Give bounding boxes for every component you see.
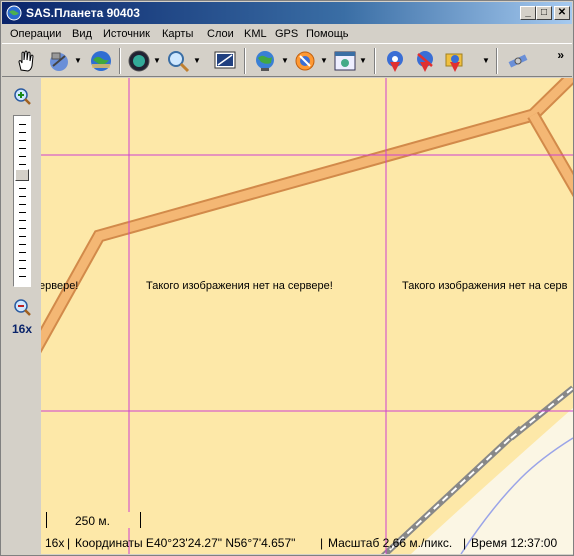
tile-missing-message-left: ервере! [41,280,79,292]
toolbar-separator [496,48,498,74]
app-window: SAS.Планета 90403 _ □ ✕ Операции Вид Ист… [0,0,574,556]
zoom-slider-thumb[interactable] [15,169,29,181]
world-dropdown-arrow[interactable]: ▼ [281,48,289,74]
toolbar-overflow-chevron[interactable]: » [557,48,564,62]
marker-folder-icon[interactable] [442,48,468,74]
world-icon[interactable] [252,48,278,74]
window-dropdown-arrow[interactable]: ▼ [359,48,367,74]
toolbar-separator [119,48,121,74]
status-zoom: 16x [45,536,65,550]
zoom-in-icon[interactable] [13,87,31,105]
title-bar[interactable]: SAS.Планета 90403 _ □ ✕ [2,2,572,24]
scale-bar: 250 м. [46,512,141,528]
layers-dropdown-arrow[interactable]: ▼ [320,48,328,74]
menu-view[interactable]: Вид [72,28,92,40]
compass-icon[interactable] [126,48,152,74]
status-coordinates: Координаты E40°23'24.27" N56°7'4.657" [75,536,296,550]
satellite-icon[interactable] [46,48,72,74]
marker-edit-icon[interactable] [412,48,438,74]
menu-help[interactable]: Помощь [306,28,349,40]
minimize-button[interactable]: _ [520,6,536,20]
tile-missing-message: Такого изображения нет на сервере! [146,280,333,292]
satellite-dropdown-arrow[interactable]: ▼ [74,48,82,74]
toolbar-separator [244,48,246,74]
window-title: SAS.Планета 90403 [26,6,140,20]
hand-icon[interactable] [13,48,39,74]
window-icon[interactable] [332,48,358,74]
compass-dropdown-arrow[interactable]: ▼ [153,48,161,74]
status-bar: 16x | Координаты E40°23'24.27" N56°7'4.6… [41,533,573,553]
gps-icon[interactable] [505,48,531,74]
magnifier-dropdown-arrow[interactable]: ▼ [193,48,201,74]
road-outline [41,78,573,354]
map-canvas [41,78,573,554]
menu-maps[interactable]: Карты [162,28,193,40]
scale-bar-label: 250 м. [75,514,110,528]
tile-missing-message-right: Такого изображения нет на серв [402,280,568,292]
map-view[interactable]: ервере! Такого изображения нет на сервер… [41,78,573,554]
zoom-panel: 16x [2,78,40,554]
zoom-out-icon[interactable] [13,298,31,316]
menu-gps[interactable]: GPS [275,28,298,40]
marker-dropdown-arrow[interactable]: ▼ [482,48,490,74]
status-separator: | [463,536,467,550]
grid-vertical-lines [128,78,387,554]
toolbar: ▼ ▼ ▼ ▼ ▼ ▼ ▼ » [2,43,572,77]
status-separator: | [67,536,71,550]
status-separator: | [320,536,324,550]
menu-kml[interactable]: KML [244,28,267,40]
maximize-button[interactable]: □ [536,6,552,20]
screen-icon[interactable] [212,48,238,74]
menu-bar: Операции Вид Источник Карты Слои KML GPS… [2,25,572,43]
marker-icon[interactable] [382,48,408,74]
magnifier-icon[interactable] [165,48,191,74]
menu-layers[interactable]: Слои [207,28,234,40]
app-globe-icon [6,5,22,21]
zoom-level-label: 16x [12,322,33,336]
globe-icon[interactable] [88,48,114,74]
status-scale: Масштаб 2,66 м./пикс. [328,536,453,550]
zoom-slider[interactable] [13,115,31,287]
menu-operations[interactable]: Операции [10,28,61,40]
layers-icon[interactable] [292,48,318,74]
status-time: Время 12:37:00 [471,536,558,550]
menu-source[interactable]: Источник [103,28,150,40]
close-button[interactable]: ✕ [554,6,570,20]
toolbar-separator [374,48,376,74]
